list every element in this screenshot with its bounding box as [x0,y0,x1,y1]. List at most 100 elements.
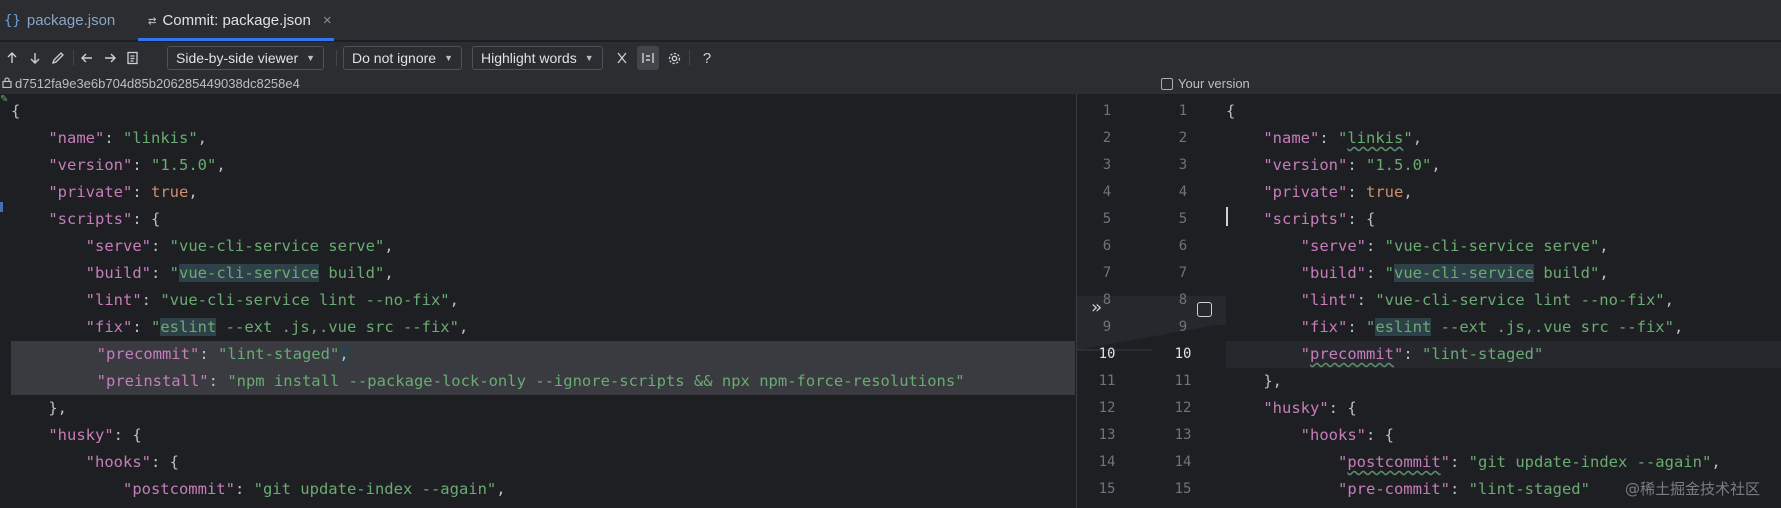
revision-hash-text: d7512fa9e3e6b704d85b206285449038dc8258e4 [15,76,300,91]
line-number: 1 [1102,103,1112,119]
code-line[interactable]: "serve": "vue-cli-service serve", [0,233,1076,260]
code-line[interactable]: "scripts": { [0,206,1076,233]
code-line[interactable]: "build": "vue-cli-service build", [0,260,1076,287]
code-line[interactable]: "scripts": { [1226,206,1781,233]
json-file-icon: {} [4,12,21,29]
tab-label: Commit: package.json [162,12,311,29]
code-token: postcommit [1347,453,1441,471]
code-token: "serve" [1300,237,1366,255]
viewer-mode-dropdown[interactable]: Side-by-side viewer ▼ [167,46,325,70]
diff-icon: ⇄ [148,12,157,29]
line-number: 14 [1098,454,1116,470]
code-token: , [1403,183,1413,201]
code-line[interactable]: "version": "1.5.0", [1226,152,1781,179]
code-line[interactable]: "hooks": { [0,449,1076,476]
collapse-unchanged-icon[interactable] [611,46,633,70]
your-version-checkbox[interactable] [1161,77,1173,90]
right-editor-pane[interactable]: { "name": "linkis", "version": "1.5.0", … [1226,94,1781,508]
code-line[interactable]: "version": "1.5.0", [0,152,1076,179]
code-token: "vue-cli-service serve" [169,237,385,255]
code-line[interactable]: "lint": "vue-cli-service lint --no-fix", [0,287,1076,314]
code-line[interactable]: "private": true, [0,179,1076,206]
code-line[interactable]: "name": "linkis", [1226,125,1781,152]
code-token: "git update-index --again" [253,480,497,498]
code-token: " [1338,129,1348,147]
compare-next-file-icon[interactable] [99,46,121,70]
code-line[interactable]: }, [0,395,1076,422]
toolbar-separator [336,50,337,66]
code-token: "husky" [1263,399,1329,417]
code-token: linkis [1347,129,1404,147]
code-token: "lint-staged" [1422,345,1544,363]
file-list-icon[interactable] [122,46,144,70]
close-tab-icon[interactable]: × [323,12,332,29]
highlight-mode-dropdown[interactable]: Highlight words ▼ [472,46,603,70]
code-token: " [1403,129,1413,147]
code-line[interactable]: "precommit": "lint-staged" [1226,341,1781,368]
code-token: "build" [1300,264,1366,282]
tab-commit-package-json[interactable]: ⇄ Commit: package.json × [148,0,340,41]
code-line[interactable]: "hooks": { [1226,422,1781,449]
code-line[interactable]: "lint": "vue-cli-service lint --no-fix", [1226,287,1781,314]
code-token: " [169,264,179,282]
line-number: 3 [1102,157,1112,173]
code-token: : [1450,453,1469,471]
code-line[interactable]: "serve": "vue-cli-service serve", [1226,233,1781,260]
code-line[interactable]: "husky": { [0,422,1076,449]
code-line[interactable]: "fix": "eslint --ext .js,.vue src --fix"… [0,314,1076,341]
code-line[interactable]: }, [1226,368,1781,395]
code-token: : [1347,183,1366,201]
help-icon[interactable]: ? [696,46,718,70]
left-editor-pane[interactable]: { "name": "linkis", "version": "1.5.0", … [0,94,1076,508]
line-number: 7 [1102,265,1112,281]
compare-previous-file-icon[interactable] [76,46,98,70]
code-line[interactable]: "name": "linkis", [0,125,1076,152]
code-token: "pre-commit" [1337,480,1450,498]
code-token: : [199,345,218,363]
line-number: 7 [1178,265,1188,281]
active-tab-indicator [138,38,334,41]
code-line[interactable]: "precommit": "lint-staged", [11,341,1075,368]
code-token: : [104,129,123,147]
code-token: : { [113,426,142,444]
code-line[interactable]: "private": true, [1226,179,1781,206]
line-number: 3 [1178,157,1188,173]
code-token: vue-cli-service [179,264,319,282]
code-token: , [458,318,469,336]
line-number: 5 [1102,211,1112,227]
code-token: , [384,264,394,282]
settings-gear-icon[interactable] [663,46,685,70]
next-difference-icon[interactable] [24,46,46,70]
code-line[interactable]: "fix": "eslint --ext .js,.vue src --fix"… [1226,314,1781,341]
line-number: 10 [1098,346,1116,362]
code-token: : [141,291,161,309]
highlight-mode-label: Highlight words [481,50,577,66]
sync-scroll-icon[interactable] [637,46,659,70]
code-token: eslint [1375,318,1432,336]
text-caret [1226,207,1228,226]
chevron-down-icon: ▼ [306,53,316,63]
edit-source-icon[interactable] [47,46,69,70]
code-token: , [1599,264,1609,282]
code-token: { [1226,102,1236,120]
whitespace-ignore-dropdown[interactable]: Do not ignore ▼ [343,46,462,70]
code-line[interactable]: "postcommit": "git update-index --again"… [0,476,1076,503]
code-token: "postcommit" [122,480,235,498]
code-token: "fix" [1300,318,1348,336]
code-line[interactable]: "preinstall": "npm install --package-loc… [11,368,1075,395]
watermark: @稀土掘金技术社区 [1625,480,1761,498]
change-marker [0,202,3,212]
code-line[interactable]: { [1226,98,1781,125]
code-line[interactable]: "husky": { [1226,395,1781,422]
code-token: " [1300,345,1310,363]
tab-package-json[interactable]: {} package.json [4,0,115,41]
previous-difference-icon[interactable] [1,46,23,70]
code-line[interactable]: "build": "vue-cli-service build", [1226,260,1781,287]
code-line[interactable]: { [0,98,1076,125]
editor-tab-bar: {} package.json ⇄ Commit: package.json × [0,0,1781,41]
code-line[interactable]: "postcommit": "git update-index --again"… [1226,449,1781,476]
